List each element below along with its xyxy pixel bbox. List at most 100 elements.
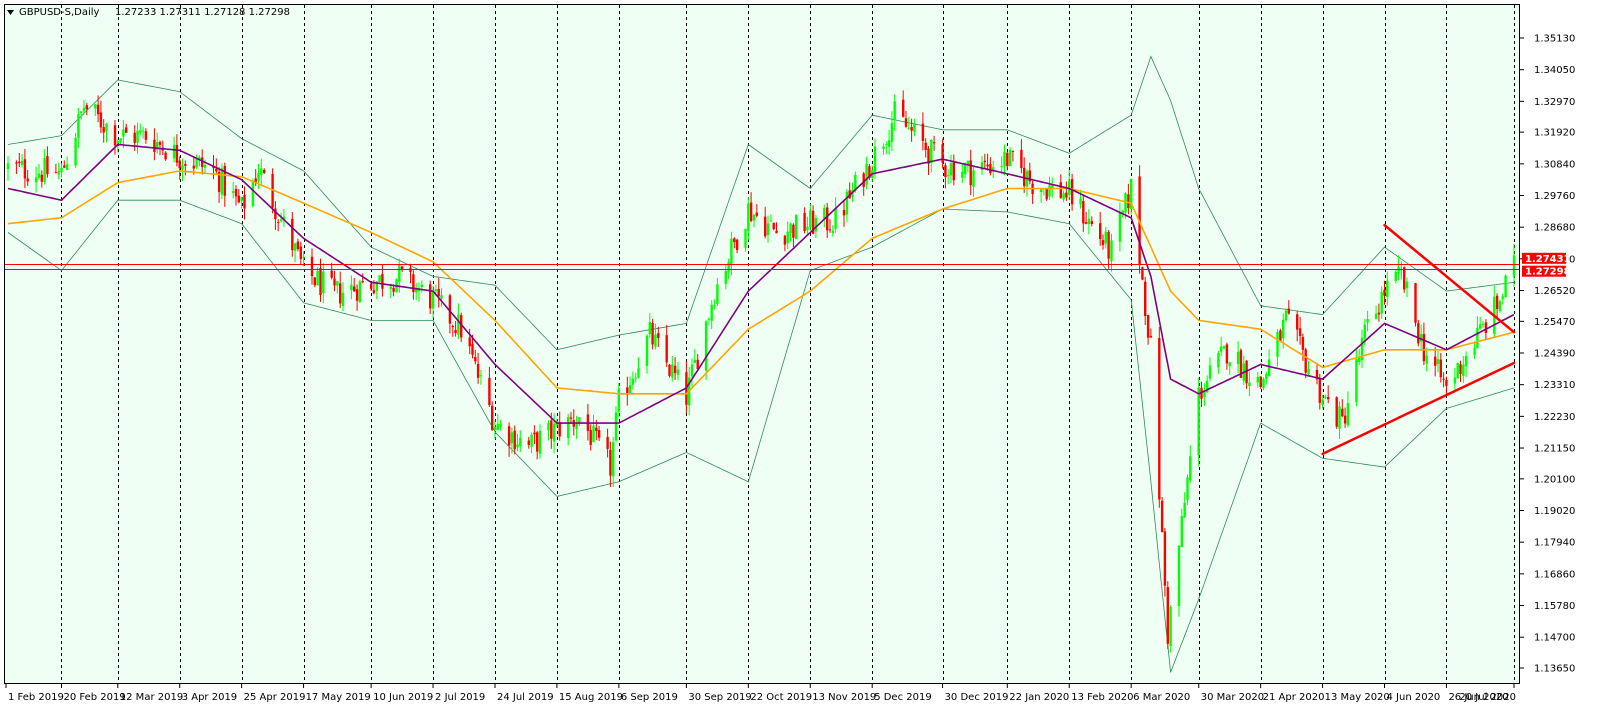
candle-body [668, 364, 671, 376]
price-label-text: 1.27431 [1525, 254, 1571, 265]
plot-background [4, 4, 1520, 684]
candle-body [26, 178, 29, 182]
candle-body [507, 426, 511, 446]
candle-body [1248, 382, 1251, 386]
candle-body [310, 256, 314, 277]
candle-body [764, 216, 767, 237]
candle-body [826, 207, 829, 231]
candle-body [1048, 185, 1051, 197]
candle-body [339, 283, 342, 304]
candle-body [474, 357, 477, 362]
candle-body [1183, 502, 1186, 518]
candle-body [733, 238, 736, 243]
candle-body [592, 425, 595, 443]
candle-body [1079, 198, 1082, 205]
candle-body [313, 277, 316, 286]
candle-body [1386, 280, 1389, 297]
candle-body [1256, 376, 1259, 383]
candle-body [1425, 355, 1428, 364]
candle-body [749, 202, 753, 221]
candle-body [1166, 587, 1169, 644]
candle-body [96, 104, 100, 115]
candle-body [1436, 359, 1440, 364]
candle-body [220, 168, 224, 195]
candle-body [398, 264, 401, 282]
candle-body [1282, 319, 1285, 339]
candle-body [1087, 218, 1091, 225]
candle-body [1163, 531, 1167, 586]
candle-body [1144, 281, 1147, 316]
candle-body [1118, 213, 1122, 242]
candle-body [1504, 275, 1507, 298]
candle-body [1343, 415, 1347, 424]
candle-body [431, 290, 435, 309]
candle-body [201, 157, 204, 167]
candle-body [772, 222, 775, 230]
candle-body [828, 229, 832, 231]
price-chart[interactable]: 1.35130 1.34050 1.32970 1.31920 1.30840 1.297… [0, 0, 1606, 724]
candle-body [547, 422, 550, 431]
candle-body [1197, 387, 1200, 456]
candle-body [1445, 380, 1448, 386]
candle-body [707, 318, 711, 320]
candle-body [747, 203, 750, 232]
candle-body [1377, 312, 1381, 315]
x-tick-label: 30 Mar 2020 [1201, 692, 1264, 703]
candle-body [15, 162, 18, 164]
candle-body [1324, 396, 1327, 398]
candle-body [845, 191, 849, 215]
candle-body [631, 378, 635, 385]
candle-body [400, 266, 404, 270]
candle-body [1307, 368, 1310, 374]
candle-body [1169, 607, 1172, 646]
candle-body [316, 270, 319, 286]
y-tick-label: 1.22230 [1534, 412, 1575, 423]
x-tick-label: 1 Feb 2019 [8, 692, 64, 703]
chart-window[interactable]: 1.35130 1.34050 1.32970 1.31920 1.30840 1.297… [0, 0, 1606, 724]
x-tick-label: 25 Apr 2019 [244, 692, 306, 703]
candle-body [20, 160, 24, 165]
candle-body [158, 142, 162, 145]
candle-body [890, 123, 894, 142]
candle-body [885, 144, 888, 146]
x-tick-label: 30 Sep 2019 [688, 692, 751, 703]
candle-body [82, 107, 86, 112]
candle-body [887, 140, 891, 147]
candle-body [606, 436, 609, 449]
candle-body [1374, 313, 1378, 320]
candle-body [1473, 347, 1476, 356]
candle-body [1394, 271, 1397, 281]
candle-body [333, 278, 336, 286]
candle-body [831, 230, 834, 233]
candle-body [57, 170, 60, 175]
candle-body [713, 305, 716, 307]
candle-body [234, 188, 238, 197]
candle-body [1414, 283, 1417, 323]
candle-body [457, 314, 460, 335]
candle-body [1062, 193, 1065, 200]
time-axis: 1 Feb 2019 20 Feb 201912 Mar 20193 Apr 20… [5, 684, 1516, 703]
candle-body [279, 219, 283, 222]
candle-body [704, 321, 708, 371]
x-tick-label: 21 Apr 2020 [1263, 692, 1325, 703]
candle-body [924, 142, 927, 150]
candle-body [1110, 240, 1113, 262]
candle-body [654, 334, 657, 347]
candle-body [1462, 364, 1465, 376]
candle-body [665, 335, 668, 363]
x-tick-label: 13 May 2020 [1325, 692, 1390, 703]
candle-body [1338, 406, 1341, 429]
candle-body [1321, 399, 1324, 406]
candle-body [1225, 344, 1229, 364]
candle-body [77, 114, 80, 138]
candle-body [609, 449, 612, 476]
ohlc-values: 1.27233 1.27311 1.27128 1.27298 [115, 7, 290, 18]
candle-body [932, 142, 936, 144]
candle-body [873, 146, 877, 172]
candle-body [372, 290, 376, 294]
candle-body [1222, 346, 1226, 349]
candle-body [1298, 328, 1302, 336]
candle-body [144, 131, 148, 140]
candle-body [530, 434, 533, 447]
candle-body [961, 171, 964, 178]
